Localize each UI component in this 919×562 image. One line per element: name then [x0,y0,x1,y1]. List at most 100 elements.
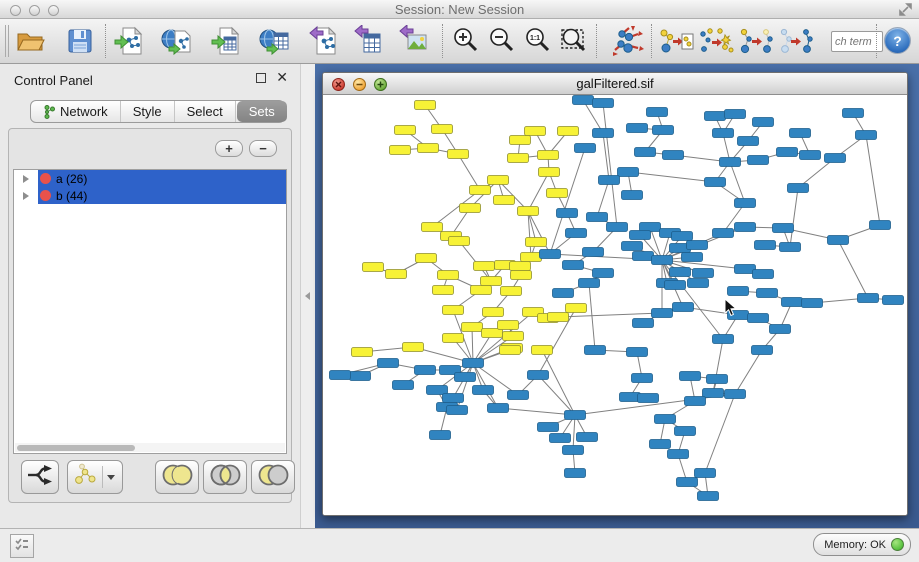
network-node[interactable] [415,366,436,375]
network-node[interactable] [488,176,509,185]
set-list-item[interactable]: b (44) [14,187,286,204]
export-table-button[interactable] [351,23,387,59]
export-network-button[interactable] [306,23,342,59]
network-node[interactable] [663,151,684,160]
network-node[interactable] [672,232,693,241]
network-node[interactable] [870,221,891,230]
panel-splitter[interactable] [300,64,315,528]
network-node[interactable] [548,313,569,322]
import-table-file-button[interactable] [209,23,245,59]
network-node[interactable] [503,332,524,341]
network-node[interactable] [579,279,600,288]
tab-select[interactable]: Select [175,101,236,122]
network-node[interactable] [481,277,502,286]
network-node[interactable] [532,346,553,355]
network-frame[interactable]: galFiltered.sif [322,72,908,516]
network-node[interactable] [447,406,468,415]
network-node[interactable] [677,478,698,487]
new-network-from-selection-button[interactable] [657,23,695,59]
network-node[interactable] [757,289,778,298]
network-node[interactable] [432,125,453,134]
network-node[interactable] [448,150,469,159]
network-node[interactable] [418,144,439,153]
hide-selected-button[interactable] [737,23,775,59]
network-node[interactable] [483,308,504,317]
network-node[interactable] [622,191,643,200]
network-node[interactable] [500,346,521,355]
network-canvas[interactable] [323,95,907,515]
network-node[interactable] [433,286,454,295]
network-node[interactable] [682,253,703,262]
network-node[interactable] [856,131,877,140]
network-node[interactable] [693,269,714,278]
network-node[interactable] [557,209,578,218]
network-node[interactable] [618,168,639,177]
network-node[interactable] [508,154,529,163]
network-node[interactable] [525,127,546,136]
create-set-combo-button[interactable] [67,460,123,494]
memory-status-button[interactable]: Memory: OK [813,533,911,556]
network-node[interactable] [438,271,459,280]
network-node[interactable] [790,129,811,138]
network-node[interactable] [705,112,726,121]
network-node[interactable] [539,168,560,177]
network-node[interactable] [488,404,509,413]
network-node[interactable] [883,296,904,305]
network-node[interactable] [330,371,351,380]
network-node[interactable] [390,146,411,155]
network-node[interactable] [788,184,809,193]
network-node[interactable] [752,346,773,355]
split-set-button[interactable] [21,460,59,494]
network-node[interactable] [680,372,701,381]
difference-sets-button[interactable] [251,460,295,494]
network-node[interactable] [633,252,654,261]
network-node[interactable] [599,176,620,185]
network-node[interactable] [650,440,671,449]
tab-style[interactable]: Style [121,101,175,122]
network-node[interactable] [780,243,801,252]
export-image-button[interactable] [396,23,432,59]
network-node[interactable] [748,156,769,165]
network-node[interactable] [828,236,849,245]
network-node[interactable] [511,271,532,280]
network-node[interactable] [474,262,495,271]
network-node[interactable] [800,151,821,160]
network-node[interactable] [363,263,384,272]
network-node[interactable] [713,335,734,344]
network-node[interactable] [607,223,628,232]
zoom-actual-size-button[interactable]: 1:1 [520,23,556,59]
network-node[interactable] [627,348,648,357]
network-node[interactable] [350,372,371,381]
network-node[interactable] [565,411,586,420]
network-node[interactable] [563,446,584,455]
zoom-in-button[interactable] [448,23,484,59]
network-node[interactable] [652,256,673,265]
collapse-panel-arrow-icon[interactable] [305,292,310,300]
network-node[interactable] [777,148,798,157]
network-node[interactable] [738,137,759,146]
add-set-button[interactable]: + [215,140,243,157]
network-node[interactable] [653,126,674,135]
zoom-out-button[interactable] [484,23,520,59]
network-node[interactable] [443,394,464,403]
network-node[interactable] [703,389,724,398]
network-node[interactable] [558,127,579,136]
network-node[interactable] [538,423,559,432]
union-sets-button[interactable] [155,460,199,494]
network-node[interactable] [577,433,598,442]
horizontal-scrollbar[interactable] [15,443,285,452]
network-node[interactable] [565,469,586,478]
network-node[interactable] [528,371,549,380]
network-node[interactable] [725,390,746,399]
help-button[interactable]: ? [884,27,911,54]
network-node[interactable] [843,109,864,118]
network-node[interactable] [688,279,709,288]
network-node[interactable] [665,281,686,290]
network-node[interactable] [627,124,648,133]
import-network-file-button[interactable] [112,23,148,59]
network-node[interactable] [675,427,696,436]
network-node[interactable] [494,196,515,205]
network-node[interactable] [635,148,656,157]
network-node[interactable] [463,359,484,368]
network-node[interactable] [735,223,756,232]
